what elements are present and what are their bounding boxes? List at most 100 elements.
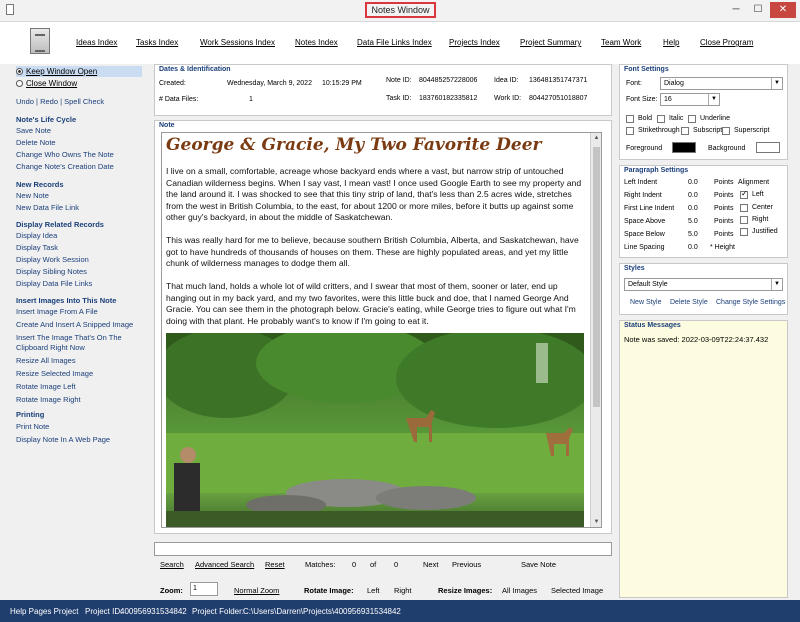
minimize-button[interactable]: ─	[726, 2, 746, 18]
font-select[interactable]: Dialog ▼	[660, 77, 783, 90]
strikethrough-label: Strikethrough	[638, 127, 680, 134]
left-indent-value[interactable]: 0.0	[688, 179, 698, 186]
project-id-label: Project ID:	[85, 607, 123, 616]
advanced-search-button[interactable]: Advanced Search	[195, 560, 254, 569]
menu-close-program[interactable]: Close Program	[700, 38, 753, 47]
menu-notes-index[interactable]: Notes Index	[295, 38, 338, 47]
resize-images-label: Resize Images:	[438, 586, 493, 595]
menu-help[interactable]: Help	[663, 38, 679, 47]
display-work-session-link[interactable]: Display Work Session	[16, 255, 89, 265]
line-spacing-value[interactable]: 0.0	[688, 244, 698, 251]
redo-button[interactable]: Redo	[40, 97, 58, 106]
display-note-web-page-link[interactable]: Display Note In A Web Page	[16, 435, 110, 445]
underline-checkbox[interactable]	[688, 115, 696, 123]
rotate-image-left-link[interactable]: Rotate Image Left	[16, 382, 76, 392]
deer-photo-illustration	[166, 333, 584, 527]
insert-clipboard-image-link[interactable]: Insert The Image That's On The Clipboard…	[16, 333, 142, 353]
menu-work-sessions-index[interactable]: Work Sessions Index	[200, 38, 275, 47]
insert-image-from-file-link[interactable]: Insert Image From A File	[16, 307, 98, 317]
chevron-down-icon: ▼	[771, 279, 782, 290]
previous-match-button[interactable]: Previous	[452, 560, 481, 569]
project-folder-label: Project Folder:	[192, 607, 245, 616]
right-indent-value[interactable]: 0.0	[688, 192, 698, 199]
reset-button[interactable]: Reset	[265, 560, 285, 569]
new-data-file-link[interactable]: New Data File Link	[16, 203, 79, 213]
italic-checkbox[interactable]	[657, 115, 665, 123]
align-right-checkbox[interactable]	[740, 216, 748, 224]
note-scrollbar[interactable]: ▲ ▼	[590, 133, 601, 527]
deer-photo[interactable]	[166, 333, 584, 527]
font-size-select[interactable]: 16 ▼	[660, 93, 720, 106]
close-window-radio[interactable]: Close Window	[16, 78, 142, 89]
zoom-spinner[interactable]: 1	[190, 582, 218, 596]
change-creation-date-link[interactable]: Change Note's Creation Date	[16, 162, 114, 172]
rotate-left-button[interactable]: Left	[367, 586, 380, 595]
align-left-checkbox[interactable]	[740, 189, 748, 199]
new-note-link[interactable]: New Note	[16, 191, 49, 201]
resize-selected-button[interactable]: Selected Image	[551, 586, 603, 595]
search-input[interactable]	[154, 542, 612, 556]
data-files-count: 1	[249, 96, 253, 103]
rotate-right-button[interactable]: Right	[394, 586, 412, 595]
change-owner-link[interactable]: Change Who Owns The Note	[16, 150, 114, 160]
first-line-indent-label: First Line Indent	[624, 205, 675, 212]
align-center-checkbox[interactable]	[740, 204, 748, 212]
menu-project-summary[interactable]: Project Summary	[520, 38, 581, 47]
display-sibling-notes-link[interactable]: Display Sibling Notes	[16, 267, 87, 277]
matches-value: 0	[352, 560, 357, 569]
print-note-link[interactable]: Print Note	[16, 422, 49, 432]
background-color-swatch[interactable]	[756, 142, 780, 153]
resize-all-button[interactable]: All Images	[502, 586, 537, 595]
menu-team-work[interactable]: Team Work	[601, 38, 641, 47]
scroll-down-icon[interactable]: ▼	[591, 517, 601, 527]
rotate-image-right-link[interactable]: Rotate Image Right	[16, 395, 81, 405]
alignment-label: Alignment	[738, 179, 770, 186]
scroll-thumb[interactable]	[593, 147, 600, 407]
bold-checkbox[interactable]	[626, 115, 634, 123]
strikethrough-checkbox[interactable]	[626, 127, 634, 135]
new-style-button[interactable]: New Style	[630, 299, 662, 306]
first-line-indent-value[interactable]: 0.0	[688, 205, 698, 212]
note-heading: George & Gracie, My Two Favorite Deer	[166, 135, 542, 155]
menu-tasks-index[interactable]: Tasks Index	[136, 38, 178, 47]
keep-window-open-radio[interactable]: Keep Window Open	[16, 66, 142, 77]
subscript-checkbox[interactable]	[681, 127, 689, 135]
insert-snipped-image-link[interactable]: Create And Insert A Snipped Image	[16, 320, 133, 330]
rotate-image-label: Rotate Image:	[304, 586, 354, 595]
close-button[interactable]: ✕	[770, 2, 796, 18]
save-note-button[interactable]: Save Note	[521, 560, 556, 569]
menu-data-file-links-index[interactable]: Data File Links Index	[357, 38, 432, 47]
delete-note-link[interactable]: Delete Note	[16, 138, 56, 148]
line-spacing-label: Line Spacing	[624, 244, 665, 251]
search-button[interactable]: Search	[160, 560, 184, 569]
resize-all-images-link[interactable]: Resize All Images	[16, 356, 76, 366]
style-select[interactable]: Default Style ▼	[624, 278, 783, 291]
undo-button[interactable]: Undo	[16, 97, 34, 106]
note-editor[interactable]: George & Gracie, My Two Favorite Deer I …	[161, 132, 602, 528]
foreground-color-swatch[interactable]	[672, 142, 696, 153]
display-data-file-links-link[interactable]: Display Data File Links	[16, 279, 92, 289]
space-above-value[interactable]: 5.0	[688, 218, 698, 225]
delete-style-button[interactable]: Delete Style	[670, 299, 708, 306]
display-idea-link[interactable]: Display Idea	[16, 231, 57, 241]
spell-check-button[interactable]: Spell Check	[64, 97, 104, 106]
align-justified-checkbox[interactable]	[740, 228, 748, 236]
superscript-checkbox[interactable]	[722, 127, 730, 135]
menu-ideas-index[interactable]: Ideas Index	[76, 38, 117, 47]
maximize-button[interactable]: ☐	[748, 2, 768, 18]
right-indent-unit: Points	[714, 192, 734, 199]
matches-of-label: of	[370, 560, 377, 569]
chevron-down-icon: ▼	[708, 94, 719, 105]
display-task-link[interactable]: Display Task	[16, 243, 58, 253]
normal-zoom-button[interactable]: Normal Zoom	[234, 586, 279, 595]
scroll-up-icon[interactable]: ▲	[591, 133, 601, 143]
space-below-value[interactable]: 5.0	[688, 231, 698, 238]
paragraph-settings-panel: Paragraph Settings Left Indent 0.0 Point…	[619, 165, 788, 258]
change-style-settings-button[interactable]: Change Style Settings	[716, 299, 785, 306]
left-indent-unit: Points	[714, 179, 734, 186]
app-icon	[6, 4, 14, 15]
save-note-link[interactable]: Save Note	[16, 126, 51, 136]
next-match-button[interactable]: Next	[423, 560, 438, 569]
resize-selected-image-link[interactable]: Resize Selected Image	[16, 369, 93, 379]
menu-projects-index[interactable]: Projects Index	[449, 38, 500, 47]
